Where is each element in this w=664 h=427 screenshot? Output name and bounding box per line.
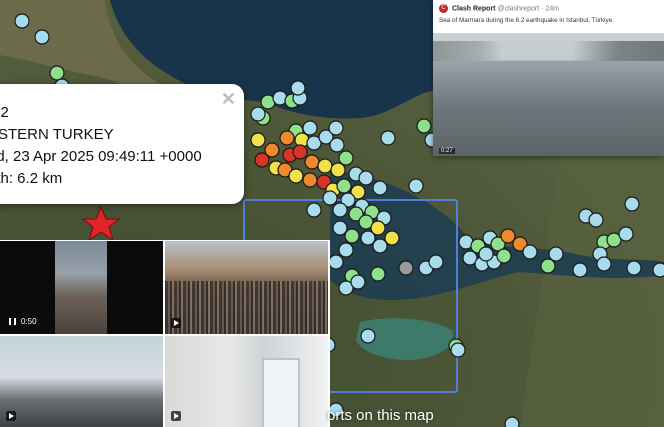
earthquake-report-marker[interactable] xyxy=(288,168,304,184)
earthquake-report-marker[interactable] xyxy=(372,180,388,196)
earthquake-report-marker[interactable] xyxy=(540,258,556,274)
earthquake-report-marker[interactable] xyxy=(332,220,348,236)
earthquake-report-marker[interactable] xyxy=(344,228,360,244)
earthquake-report-marker[interactable] xyxy=(254,152,270,168)
crowd-image xyxy=(165,281,328,334)
earthquake-report-marker[interactable] xyxy=(34,29,50,45)
popup-depth: pth: 6.2 km xyxy=(0,170,63,187)
play-icon[interactable] xyxy=(171,411,181,421)
media-grid: 0:50 xyxy=(0,240,330,427)
earthquake-report-marker[interactable] xyxy=(372,238,388,254)
earthquake-report-marker[interactable] xyxy=(596,256,612,272)
close-icon[interactable]: ✕ xyxy=(221,88,236,110)
media-tile-crowd[interactable] xyxy=(165,241,328,334)
earthquake-report-marker[interactable] xyxy=(302,120,318,136)
earthquake-report-marker[interactable] xyxy=(384,230,400,246)
earthquake-report-marker[interactable] xyxy=(626,260,642,276)
earthquake-report-marker[interactable] xyxy=(358,170,374,186)
earthquake-report-marker[interactable] xyxy=(450,342,466,358)
popup-time: ed, 23 Apr 2025 09:49:11 +0000 xyxy=(0,148,202,165)
earthquake-report-marker[interactable] xyxy=(428,254,444,270)
play-icon[interactable] xyxy=(6,411,16,421)
earthquake-report-marker[interactable] xyxy=(370,266,386,282)
earthquake-report-marker[interactable] xyxy=(250,106,266,122)
earthquake-report-marker[interactable] xyxy=(328,254,344,270)
media-tile-street[interactable]: 0:50 xyxy=(0,241,163,334)
popup-region: ESTERN TURKEY xyxy=(0,126,114,143)
media-tile-office[interactable] xyxy=(0,336,163,427)
tile-duration: 0:50 xyxy=(21,317,37,326)
earthquake-report-marker[interactable] xyxy=(408,178,424,194)
earthquake-report-marker[interactable] xyxy=(329,137,345,153)
earthquake-report-marker[interactable] xyxy=(290,80,306,96)
street-video-frame xyxy=(55,241,107,334)
earthquake-report-marker[interactable] xyxy=(328,120,344,136)
earthquake-report-marker[interactable] xyxy=(279,130,295,146)
window-image xyxy=(262,358,300,427)
earthquake-report-marker[interactable] xyxy=(522,244,538,260)
reports-footer-text: orts on this map xyxy=(327,407,434,424)
media-tile-room[interactable] xyxy=(165,336,328,427)
earthquake-report-marker[interactable] xyxy=(548,246,564,262)
earthquake-report-marker[interactable] xyxy=(588,212,604,228)
earthquake-report-marker[interactable] xyxy=(360,230,376,246)
earthquake-report-marker[interactable] xyxy=(14,13,30,29)
earthquake-report-marker[interactable] xyxy=(317,158,333,174)
earthquake-report-marker[interactable] xyxy=(304,154,320,170)
earthquake-report-marker[interactable] xyxy=(330,162,346,178)
earthquake-report-marker[interactable] xyxy=(572,262,588,278)
earthquake-report-marker[interactable] xyxy=(338,242,354,258)
earthquake-report-marker[interactable] xyxy=(496,248,512,264)
tweet-video-time: 0:27 xyxy=(439,148,455,154)
popup-magnitude: 6.2 xyxy=(0,104,9,121)
tweet-caption: Sea of Marmara during the 6.2 earthquake… xyxy=(439,17,614,24)
tweet-video[interactable]: 0:27 xyxy=(433,33,664,156)
clash-report-logo: C xyxy=(439,4,448,13)
earthquake-report-marker[interactable] xyxy=(398,260,414,276)
earthquake-report-marker[interactable] xyxy=(500,228,516,244)
tweet-card[interactable]: C Clash Report @clashreport · 24m Sea of… xyxy=(433,0,664,156)
quake-info-popup: ✕ 6.2 ESTERN TURKEY ed, 23 Apr 2025 09:4… xyxy=(0,84,244,204)
earthquake-report-marker[interactable] xyxy=(250,132,266,148)
earthquake-report-marker[interactable] xyxy=(49,65,65,81)
tweet-author[interactable]: Clash Report xyxy=(452,5,496,12)
earthquake-report-marker[interactable] xyxy=(302,172,318,188)
play-icon[interactable] xyxy=(171,318,181,328)
earthquake-report-marker[interactable] xyxy=(504,416,520,427)
earthquake-report-marker[interactable] xyxy=(306,202,322,218)
video-shoreline xyxy=(433,41,664,61)
earthquake-report-marker[interactable] xyxy=(322,190,338,206)
earthquake-report-marker[interactable] xyxy=(416,118,432,134)
earthquake-report-marker[interactable] xyxy=(624,196,640,212)
earthquake-report-marker[interactable] xyxy=(652,262,664,278)
tweet-header: C Clash Report @clashreport · 24m xyxy=(439,4,559,13)
earthquake-report-marker[interactable] xyxy=(618,226,634,242)
earthquake-report-marker[interactable] xyxy=(380,130,396,146)
earthquake-report-marker[interactable] xyxy=(350,274,366,290)
earthquake-report-marker[interactable] xyxy=(332,202,348,218)
earthquake-report-marker[interactable] xyxy=(478,246,494,262)
earthquake-report-marker[interactable] xyxy=(360,328,376,344)
pause-icon[interactable] xyxy=(9,318,16,325)
earthquake-report-marker[interactable] xyxy=(338,150,354,166)
earthquake-report-marker[interactable] xyxy=(292,144,308,160)
earthquake-report-marker[interactable] xyxy=(336,178,352,194)
tweet-handle: @clashreport · 24m xyxy=(497,5,560,13)
